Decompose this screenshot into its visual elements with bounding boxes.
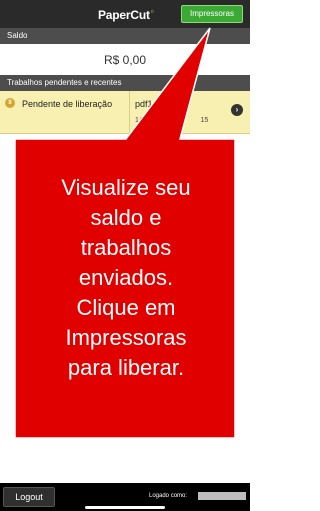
logout-button[interactable]: Logout <box>3 487 55 507</box>
logged-as-label: Logado como: <box>149 493 188 499</box>
callout-text: Visualize seu saldo e trabalhos enviados… <box>61 175 191 380</box>
redacted-username <box>198 492 246 500</box>
home-indicator[interactable] <box>85 506 165 509</box>
